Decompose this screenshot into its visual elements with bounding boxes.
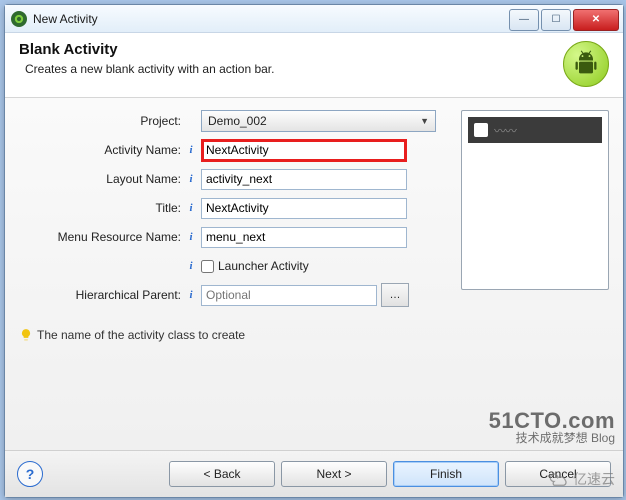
back-button[interactable]: < Back: [169, 461, 275, 487]
project-combo[interactable]: Demo_002 ▼: [201, 110, 436, 132]
dialog-window: New Activity — ☐ ✕ Blank Activity Create…: [4, 4, 624, 498]
android-icon: [563, 41, 609, 87]
next-button[interactable]: Next >: [281, 461, 387, 487]
launcher-checkbox-input[interactable]: [201, 260, 214, 273]
hier-parent-label: Hierarchical Parent:: [19, 288, 183, 302]
wizard-header: Blank Activity Creates a new blank activ…: [5, 33, 623, 98]
title-bar[interactable]: New Activity — ☐ ✕: [5, 5, 623, 33]
project-label: Project:: [19, 114, 183, 128]
info-icon[interactable]: i: [185, 231, 197, 243]
launcher-activity-checkbox[interactable]: Launcher Activity: [201, 259, 309, 273]
info-icon[interactable]: i: [185, 289, 197, 301]
activity-preview: 〰〰: [461, 110, 609, 450]
minimize-button[interactable]: —: [509, 9, 539, 31]
title-label: Title:: [19, 201, 183, 215]
hint-text: The name of the activity class to create: [37, 328, 245, 342]
phone-actionbar: 〰〰: [468, 117, 602, 143]
app-square-icon: [474, 123, 488, 137]
title-placeholder-icon: 〰〰: [494, 122, 516, 139]
title-input[interactable]: [201, 198, 407, 219]
app-icon: [11, 11, 27, 27]
launcher-label: Launcher Activity: [218, 259, 309, 273]
menu-resource-label: Menu Resource Name:: [19, 230, 183, 244]
info-icon[interactable]: i: [185, 260, 197, 272]
close-button[interactable]: ✕: [573, 9, 619, 31]
cancel-button[interactable]: Cancel: [505, 461, 611, 487]
layout-name-label: Layout Name:: [19, 172, 183, 186]
activity-name-input[interactable]: [201, 139, 407, 162]
finish-button[interactable]: Finish: [393, 461, 499, 487]
window-title: New Activity: [33, 12, 98, 26]
phone-body: [468, 143, 602, 283]
page-subtitle: Creates a new blank activity with an act…: [25, 62, 563, 76]
activity-name-label: Activity Name:: [19, 143, 183, 157]
help-button[interactable]: ?: [17, 461, 43, 487]
wizard-footer: ? < Back Next > Finish Cancel: [5, 450, 623, 497]
wizard-body: Project: i Demo_002 ▼ Activity Name: i L…: [5, 98, 623, 450]
layout-name-input[interactable]: [201, 169, 407, 190]
info-icon[interactable]: i: [185, 144, 197, 156]
browse-button[interactable]: …: [381, 283, 409, 307]
project-value: Demo_002: [208, 114, 267, 128]
hier-parent-input[interactable]: [201, 285, 377, 306]
page-title: Blank Activity: [19, 41, 563, 58]
form-area: Project: i Demo_002 ▼ Activity Name: i L…: [19, 110, 441, 450]
maximize-button[interactable]: ☐: [541, 9, 571, 31]
menu-resource-input[interactable]: [201, 227, 407, 248]
info-icon[interactable]: i: [185, 173, 197, 185]
phone-frame: 〰〰: [461, 110, 609, 290]
chevron-down-icon: ▼: [420, 116, 429, 126]
lightbulb-icon: [19, 328, 33, 342]
info-icon[interactable]: i: [185, 202, 197, 214]
hint-row: The name of the activity class to create: [19, 328, 441, 342]
window-controls: — ☐ ✕: [509, 9, 623, 29]
